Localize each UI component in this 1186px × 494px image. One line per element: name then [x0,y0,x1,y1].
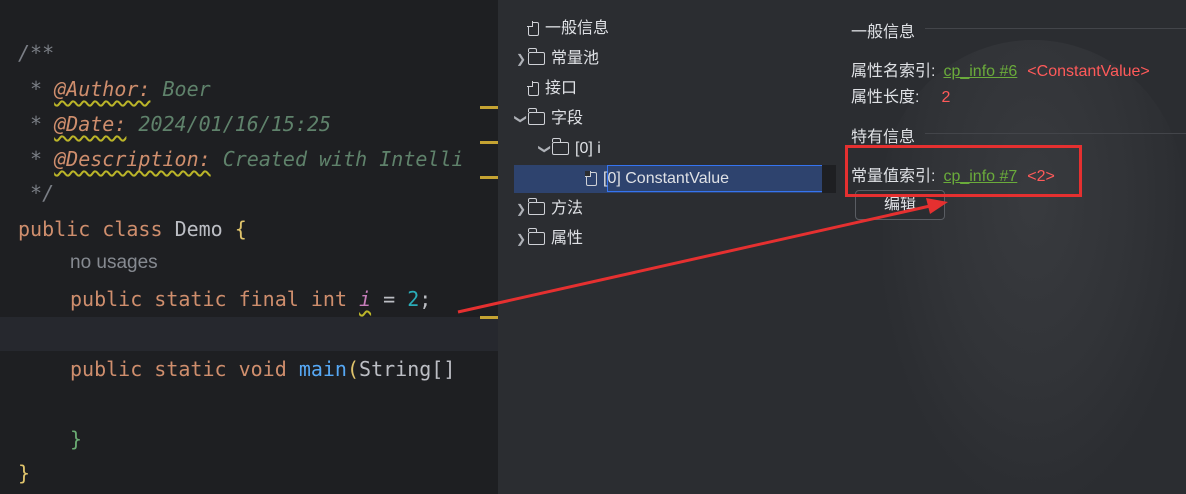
author-value: Boer [162,77,211,101]
folder-icon [527,228,545,246]
class-close-brace: } [18,461,31,485]
field-value: 2 [407,287,420,311]
file-icon [527,80,539,96]
folder-icon [527,48,545,66]
tree-item-attributes[interactable]: ❯ 属性 [514,227,583,251]
folder-icon [527,108,545,126]
main-method-declaration: public static void main(String[] [70,357,456,381]
field-declaration: public static final int i = 2; [70,287,432,311]
section-separator [925,28,1186,29]
tree-item-interfaces[interactable]: 接口 [514,77,577,101]
description-tag: @Description: [54,147,211,171]
doc-date-line: * @Date: 2024/01/16/15:25 [18,112,332,136]
author-tag: @Author: [54,77,151,101]
folder-icon [527,198,545,216]
attribute-name-index-row: 属性名索引: cp_info #6 <ConstantValue> [851,57,1150,81]
doc-comment-close: */ [30,181,55,205]
chevron-right-icon[interactable]: ❯ [514,197,528,221]
change-marker [480,141,498,144]
attribute-name-index-link[interactable]: cp_info #6 [943,63,1017,80]
general-info-title: 一般信息 [851,24,916,41]
attribute-length-label: 属性长度: [851,89,920,106]
chevron-right-icon[interactable]: ❯ [514,227,528,251]
folder-icon [551,138,569,156]
doc-comment-open: /** [18,41,55,65]
background-wallpaper [883,40,1183,494]
method-close-brace: } [70,427,83,451]
usages-hint[interactable]: no usages [70,252,158,274]
section-separator [925,133,1186,134]
tree-item-constant-value[interactable]: [0] ConstantValue [585,167,729,191]
date-value: 2024/01/16/15:25 [138,112,332,136]
date-tag: @Date: [54,112,127,136]
tree-scroll-gap [822,165,836,193]
class-declaration: public class Demo { [18,217,247,241]
tree-item-constant-pool[interactable]: ❯ 常量池 [514,47,599,71]
current-line-highlight [0,317,498,351]
description-value: Created with Intelli [222,147,464,171]
highlight-annotation-box [845,145,1082,197]
specific-info-title: 特有信息 [851,129,916,146]
tree-item-field-0[interactable]: ❯ [0] i [538,137,601,161]
chevron-right-icon[interactable]: ❯ [514,47,528,71]
doc-description-line: * @Description: Created with Intelli [18,147,464,171]
attribute-length-value: 2 [941,89,951,106]
method-name: main [298,357,347,381]
tree-item-general-info[interactable]: 一般信息 [514,17,609,41]
change-marker [480,176,498,179]
code-editor[interactable]: /** * @Author: Boer * @Date: 2024/01/16/… [0,0,498,494]
file-icon [527,20,539,36]
attribute-name-index-label: 属性名索引: [851,63,936,80]
change-marker [480,106,498,109]
class-name: Demo [174,217,223,241]
attribute-name-index-value: <ConstantValue> [1027,63,1150,80]
change-marker [480,316,498,319]
file-icon [585,170,597,186]
attribute-length-row: 属性长度: 2 [851,83,950,107]
doc-author-line: * @Author: Boer [18,77,211,101]
tree-item-methods[interactable]: ❯ 方法 [514,197,583,221]
field-name: i [359,287,372,311]
tree-item-fields[interactable]: ❯ 字段 [514,107,583,131]
